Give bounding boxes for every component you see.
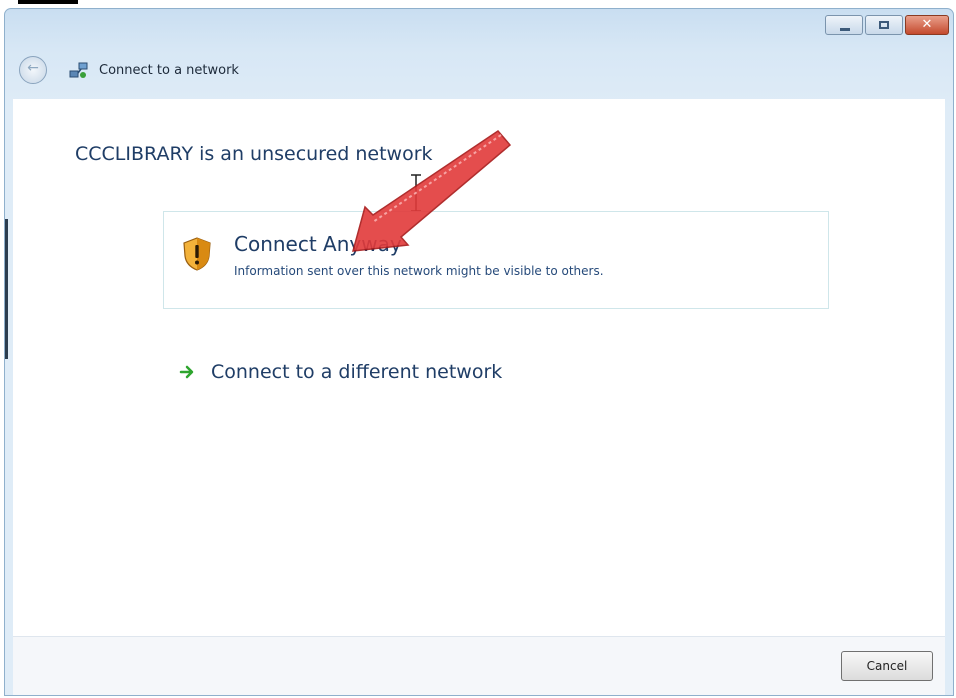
connect-different-network-link[interactable]: Connect to a different network bbox=[179, 361, 502, 383]
back-button[interactable] bbox=[19, 56, 47, 84]
close-button[interactable] bbox=[905, 15, 949, 35]
annotation-arrow-icon bbox=[351, 130, 512, 252]
underline-mark bbox=[18, 0, 78, 4]
link-label: Connect to a different network bbox=[211, 361, 503, 383]
green-arrow-icon bbox=[179, 365, 194, 379]
navigation-bar: Connect to a network bbox=[19, 53, 239, 87]
option-description: Information sent over this network might… bbox=[234, 264, 604, 278]
network-icon bbox=[69, 62, 88, 78]
background-edge bbox=[5, 219, 8, 359]
shield-warning-icon bbox=[183, 237, 211, 271]
window-controls bbox=[823, 15, 949, 35]
cancel-button[interactable]: Cancel bbox=[841, 651, 933, 681]
minimize-button[interactable] bbox=[825, 15, 863, 35]
dialog-footer: Cancel bbox=[13, 636, 945, 695]
maximize-button[interactable] bbox=[865, 15, 903, 35]
dialog-content: CCCLIBRARY is an unsecured network Conne… bbox=[13, 99, 945, 695]
window-title: Connect to a network bbox=[99, 62, 239, 78]
dialog-window: Connect to a network CCCLIBRARY is an un… bbox=[4, 8, 954, 696]
